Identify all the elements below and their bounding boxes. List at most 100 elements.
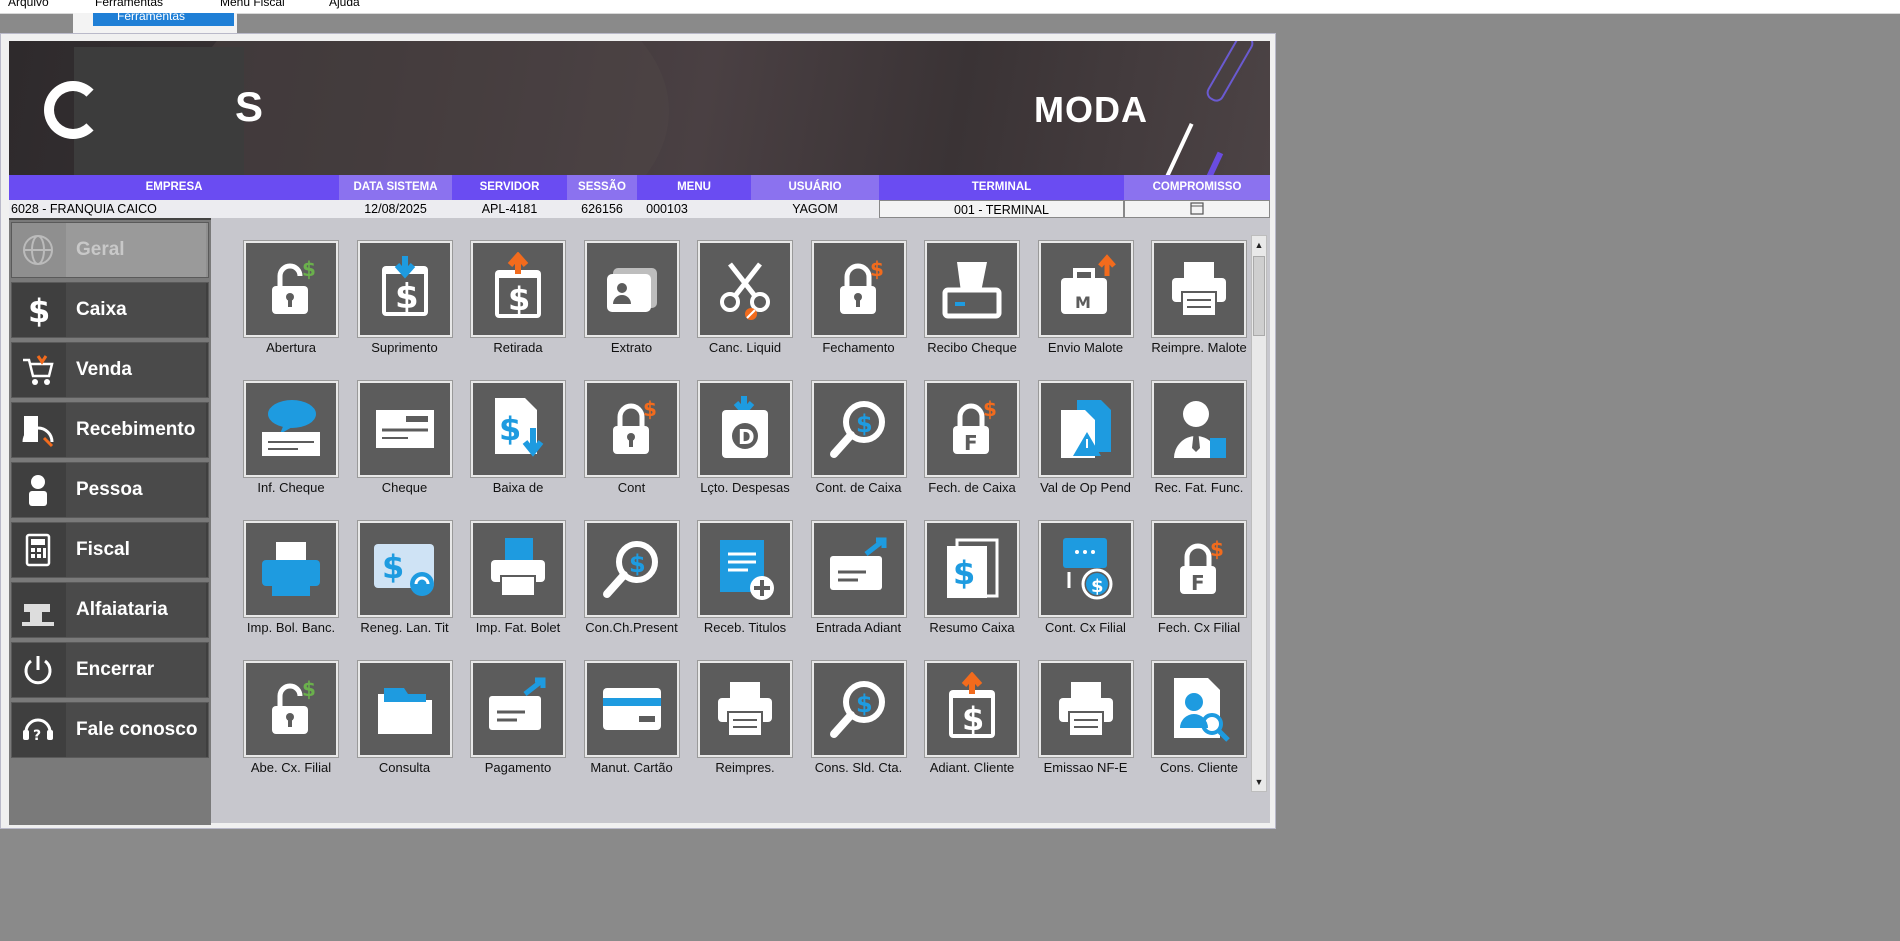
menu-ajuda[interactable]: Ajuda xyxy=(329,0,360,9)
tile-suprimento[interactable]: $ Suprimento xyxy=(343,236,453,366)
magnifier-dollar-icon[interactable]: $ xyxy=(810,380,907,478)
tile-fechamento[interactable]: $ Fechamento xyxy=(797,236,907,366)
menu-arquivo[interactable]: Arquivo xyxy=(8,0,49,9)
sidebar-item-fale-conosco[interactable]: ? Fale conosco xyxy=(11,702,209,758)
tile-cons-cliente[interactable]: Cons. Cliente xyxy=(1137,656,1247,786)
printer-blue-icon[interactable] xyxy=(243,520,339,618)
tile-lçto-despesas[interactable]: D Lçto. Despesas xyxy=(683,376,793,506)
tile-cont[interactable]: $ Cont xyxy=(570,376,680,506)
cheque-icon[interactable] xyxy=(356,380,453,478)
lock-f-dollar-icon[interactable]: F $ xyxy=(924,380,1020,478)
tile-emissao-nf-e[interactable]: Emissao NF-E xyxy=(1024,656,1134,786)
printer-icon[interactable] xyxy=(1037,660,1134,758)
scrollbar-thumb[interactable] xyxy=(1253,256,1265,336)
printer-icon[interactable] xyxy=(1151,240,1247,338)
printer-icon[interactable] xyxy=(697,660,793,758)
sidebar-item-geral[interactable]: Geral xyxy=(11,222,209,278)
tile-canc-liquid[interactable]: Canc. Liquid xyxy=(683,236,793,366)
tile-pagamento[interactable]: Pagamento xyxy=(456,656,566,786)
tile-adiant-cliente[interactable]: $ Adiant. Cliente xyxy=(910,656,1020,786)
lock-f-dollar-icon[interactable]: F $ xyxy=(1151,520,1247,618)
tile-cont-de-caixa[interactable]: $ Cont. de Caixa xyxy=(797,376,907,506)
tile-cont-cx-filial[interactable]: $ Cont. Cx Filial xyxy=(1024,516,1134,646)
briefcase-upload-icon[interactable]: M xyxy=(1037,240,1134,338)
tile-imp-bol-banc[interactable]: Imp. Bol. Banc. xyxy=(229,516,339,646)
person-search-icon[interactable] xyxy=(1151,660,1247,758)
svg-text:$: $ xyxy=(870,257,884,281)
tile-receb-titulos[interactable]: Receb. Titulos xyxy=(683,516,793,646)
tile-inf-cheque[interactable]: Inf. Cheque xyxy=(229,376,339,506)
menu-ferramentas[interactable]: Ferramentas xyxy=(95,0,163,9)
tile-reimpres[interactable]: Reimpres. xyxy=(683,656,793,786)
magnifier-dollar-icon[interactable]: $ xyxy=(583,520,680,618)
tile-reimpre-malote[interactable]: Reimpre. Malote xyxy=(1137,236,1247,366)
receipt-icon xyxy=(12,403,64,457)
tile-recibo-cheque[interactable]: Recibo Cheque xyxy=(910,236,1020,366)
sidebar-item-pessoa[interactable]: Pessoa xyxy=(11,462,209,518)
header-empresa: EMPRESA xyxy=(145,181,203,193)
tile-extrato[interactable]: Extrato xyxy=(570,236,680,366)
tile-rec-fat-func[interactable]: Rec. Fat. Func. xyxy=(1137,376,1247,506)
scroll-down-icon[interactable]: ▼ xyxy=(1252,773,1266,791)
compromisso-field[interactable] xyxy=(1124,200,1270,218)
tile-label: Resumo Caixa xyxy=(929,620,1015,635)
tile-retirada[interactable]: $ Retirada xyxy=(456,236,566,366)
dollar-refresh-icon[interactable]: $ xyxy=(356,520,453,618)
cash-out-icon[interactable]: $ xyxy=(924,660,1020,758)
tile-con-ch-present[interactable]: $ Con.Ch.Present xyxy=(570,516,680,646)
sidebar-item-alfaiataria[interactable]: Alfaiataria xyxy=(11,582,209,638)
sidebar-item-label: Alfaiataria xyxy=(66,583,206,637)
scissors-icon[interactable] xyxy=(697,240,793,338)
credit-card-icon[interactable] xyxy=(583,660,680,758)
tile-cheque[interactable]: Cheque xyxy=(343,376,453,506)
receipt-printer-icon[interactable] xyxy=(924,240,1020,338)
tile-resumo-caixa[interactable]: $ Resumo Caixa xyxy=(910,516,1020,646)
sidebar-item-fiscal[interactable]: Fiscal xyxy=(11,522,209,578)
cash-out-icon[interactable]: $ xyxy=(470,240,566,338)
tile-val-de-op-pend[interactable]: Val de Op Pend xyxy=(1024,376,1134,506)
tile-entrada-adiant[interactable]: Entrada Adiant xyxy=(797,516,907,646)
tile-fech-de-caixa[interactable]: F $ Fech. de Caixa xyxy=(910,376,1020,506)
sidebar-item-recebimento[interactable]: Recebimento xyxy=(11,402,209,458)
tile-label: Suprimento xyxy=(371,340,438,355)
tile-abertura[interactable]: $ Abertura xyxy=(229,236,339,366)
scroll-up-icon[interactable]: ▲ xyxy=(1252,236,1266,254)
card-send-icon[interactable] xyxy=(810,520,907,618)
lock-open-dollar-icon[interactable]: $ xyxy=(243,660,339,758)
dollar-stack-icon[interactable]: $ xyxy=(924,520,1020,618)
id-card-icon[interactable] xyxy=(583,240,680,338)
tile-reneg-lan-tit[interactable]: $ Reneg. Lan. Tit xyxy=(343,516,453,646)
tile-manut-cartão[interactable]: Manut. Cartão xyxy=(570,656,680,786)
tile-imp-fat-bolet[interactable]: Imp. Fat. Bolet xyxy=(456,516,566,646)
tile-baixa-de[interactable]: $ Baixa de xyxy=(456,376,566,506)
cash-in-icon[interactable]: $ xyxy=(356,240,453,338)
dropdown-item-ferramentas[interactable]: Ferramentas xyxy=(93,10,234,26)
tile-label: Recibo Cheque xyxy=(927,340,1017,355)
vertical-scrollbar[interactable]: ▲ ▼ xyxy=(1251,235,1267,792)
sidebar-item-caixa[interactable]: $ Caixa xyxy=(11,282,209,338)
documents-warning-icon[interactable] xyxy=(1037,380,1134,478)
lock-dollar-icon[interactable]: $ xyxy=(810,240,907,338)
employee-document-icon[interactable] xyxy=(1151,380,1247,478)
scroll-add-icon[interactable] xyxy=(697,520,793,618)
document-dollar-down-icon[interactable]: $ xyxy=(470,380,566,478)
magnifier-dollar-icon[interactable]: $ xyxy=(810,660,907,758)
tile-label: Canc. Liquid xyxy=(708,340,782,355)
tile-envio-malote[interactable]: M Envio Malote xyxy=(1024,236,1134,366)
expense-icon[interactable]: D xyxy=(697,380,793,478)
network-dollar-icon[interactable]: $ xyxy=(1037,520,1134,618)
menu-fiscal[interactable]: Menu Fiscal xyxy=(220,0,285,9)
sidebar-item-venda[interactable]: Venda xyxy=(11,342,209,398)
tile-label: Cheque xyxy=(381,480,428,495)
tile-consulta[interactable]: Consulta xyxy=(343,656,453,786)
lock-dollar-icon[interactable]: $ xyxy=(583,380,680,478)
tile-cons-sld-cta[interactable]: $ Cons. Sld. Cta. xyxy=(797,656,907,786)
folder-icon[interactable] xyxy=(356,660,453,758)
lock-open-dollar-icon[interactable]: $ xyxy=(243,240,339,338)
cheque-chat-icon[interactable] xyxy=(243,380,339,478)
tile-abe-cx-filial[interactable]: $ Abe. Cx. Filial xyxy=(229,656,339,786)
tile-fech-cx-filial[interactable]: F $ Fech. Cx Filial xyxy=(1137,516,1247,646)
card-send-icon[interactable] xyxy=(470,660,566,758)
sidebar-item-encerrar[interactable]: Encerrar xyxy=(11,642,209,698)
printer-document-icon[interactable] xyxy=(470,520,566,618)
